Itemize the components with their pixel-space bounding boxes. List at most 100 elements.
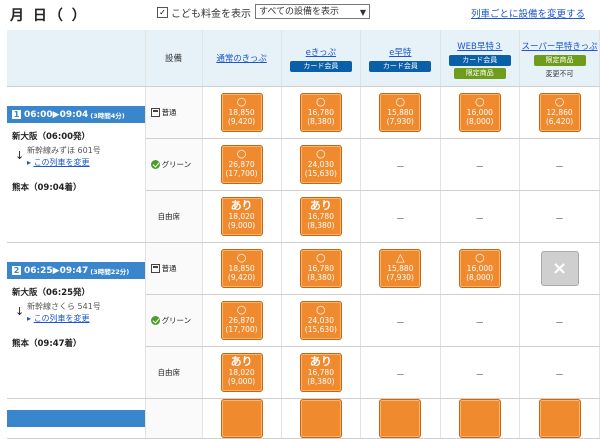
seat-type-label: 自由席 xyxy=(157,212,181,221)
adult-price: 26,870 xyxy=(228,160,255,169)
availability-symbol: ○ xyxy=(236,303,247,316)
unavailable-dash: － xyxy=(555,371,565,381)
child-price: (6,420) xyxy=(545,117,574,126)
seat-icon xyxy=(150,264,160,273)
unavailable-dash: － xyxy=(475,371,485,381)
change-facility-per-train-link[interactable]: 列車ごとに設備を変更する xyxy=(471,6,585,20)
seat-type-cell: 普通 xyxy=(145,242,203,295)
seat-type-label: グリーン xyxy=(161,160,192,169)
fare-row-normal: 2 06:25▶09:47 (3時間22分) 新大阪（06:25発） ↓ 新幹線さくら 5… xyxy=(7,242,600,399)
header-fare-type: e早特 カード会員 xyxy=(360,30,441,87)
train-route: 新大阪（06:25発） ↓ 新幹線さくら 541号 ▸ この列車を変更 熊本（09:47… xyxy=(7,279,145,379)
child-price: (8,380) xyxy=(307,273,335,282)
fare-select-button[interactable]: ○ 15,880 (7,930) xyxy=(379,93,422,132)
child-price: (17,700) xyxy=(225,325,258,334)
fare-select-button[interactable]: ○ 24,030 (15,630) xyxy=(299,145,342,184)
availability-symbol: ○ xyxy=(474,95,485,108)
fare-select-button[interactable]: ○ 18,850 (9,420) xyxy=(220,249,263,288)
change-train-link[interactable]: この列車を変更 xyxy=(34,158,90,167)
child-price: (9,420) xyxy=(227,117,256,126)
header-fare-type: スーパー早特きっぷ 限定商品 変更不可 xyxy=(519,30,600,87)
adult-price: 18,020 xyxy=(228,368,255,377)
unavailable-dash: － xyxy=(555,163,565,173)
facility-select[interactable]: すべての設備を表示 ▼ xyxy=(255,4,370,19)
arrival-station: 熊本（09:04着） xyxy=(12,183,82,193)
fare-select-button[interactable]: ○ 26,870 (17,700) xyxy=(220,301,263,340)
fare-select-button[interactable]: あり 16,780 (8,380) xyxy=(299,353,342,392)
seat-type-cell: グリーン xyxy=(145,294,203,347)
adult-price: 24,030 xyxy=(307,316,334,325)
fare-table: 設備 通常のきっぷ eきっぷ カード会員 e早特 カード会員 WEB早特３ カー… xyxy=(7,30,600,439)
train-name: 新幹線みずほ 601号 xyxy=(27,146,101,155)
fare-cell: － xyxy=(519,346,600,399)
fare-type-link[interactable]: 通常のきっぷ xyxy=(203,52,281,64)
adult-price: 26,870 xyxy=(228,316,255,325)
adult-price: 16,780 xyxy=(307,212,334,221)
header-seat-cell: 設備 xyxy=(145,30,203,87)
fare-select-button[interactable]: △ 15,880 (7,930) xyxy=(379,249,422,288)
fare-select-button[interactable]: ○ 16,780 (8,380) xyxy=(299,249,342,288)
card-member-badge: カード会員 xyxy=(289,61,352,72)
train-time: 06:25▶09:47 xyxy=(24,265,89,276)
child-price: (9,420) xyxy=(227,273,256,282)
fare-type-link[interactable]: e早特 xyxy=(361,46,439,58)
seat-type-cell: 自由席 xyxy=(145,346,203,399)
header-fare-type: WEB早特３ カード会員 限定商品 xyxy=(440,30,521,87)
fare-select-button[interactable]: ○ 26,870 (17,700) xyxy=(220,145,263,184)
adult-price: 16,000 xyxy=(466,264,493,273)
fare-type-link[interactable]: WEB早特３ xyxy=(441,40,519,52)
fare-cell: － xyxy=(360,294,441,347)
child-price: (8,000) xyxy=(466,117,494,126)
fare-select-button[interactable]: あり 16,780 (8,380) xyxy=(299,197,342,236)
adult-price: 18,850 xyxy=(228,264,255,273)
unavailable-dash: － xyxy=(395,163,405,173)
header-fare-type: eきっぷ カード会員 xyxy=(281,30,362,87)
fare-cell: － xyxy=(360,190,441,243)
fare-select-button[interactable]: ○ 16,780 (8,380) xyxy=(299,93,342,132)
fare-select-button[interactable]: ○ 16,000 (8,000) xyxy=(458,249,501,288)
adult-price: 15,880 xyxy=(387,108,414,117)
child-price: (17,700) xyxy=(225,169,258,178)
fare-cell: － xyxy=(440,294,521,347)
availability-symbol: △ xyxy=(396,251,405,264)
availability-symbol: ○ xyxy=(316,303,326,316)
unavailable-dash: － xyxy=(395,371,405,381)
fare-row-normal: 1 06:00▶09:04 (3時間4分) 新大阪（06:00発） ↓ 新幹線みずほ 60… xyxy=(7,86,600,243)
fare-select-button[interactable]: あり 18,020 (9,000) xyxy=(220,353,263,392)
no-change-note: 変更不可 xyxy=(545,69,574,78)
child-price: (9,000) xyxy=(227,377,256,386)
fare-cell: － xyxy=(360,138,441,191)
seat-type-label: 普通 xyxy=(161,108,177,117)
unavailable-dash: － xyxy=(475,215,485,225)
child-price: (15,630) xyxy=(304,325,337,334)
adult-price: 18,850 xyxy=(228,108,255,117)
fare-cell: ○ 18,850 (9,420) xyxy=(202,242,282,295)
fare-cell: ○ 12,860 (6,420) xyxy=(519,86,600,139)
fare-select-button[interactable]: あり 18,020 (9,000) xyxy=(220,197,263,236)
seat-type-label: グリーン xyxy=(161,316,192,325)
kids-fare-checkbox[interactable]: ✓ xyxy=(157,7,168,18)
fare-cell: あり 16,780 (8,380) xyxy=(281,190,362,243)
unavailable-dash: － xyxy=(555,215,565,225)
availability-symbol: ○ xyxy=(554,95,565,108)
fare-type-link[interactable]: eきっぷ xyxy=(282,46,360,58)
change-train-link[interactable]: この列車を変更 xyxy=(34,314,90,323)
change-train-row: ▸ この列車を変更 xyxy=(27,157,90,168)
header-fare-type: 通常のきっぷ xyxy=(202,30,282,87)
fare-select-button[interactable]: ○ 18,850 (9,420) xyxy=(220,93,263,132)
fare-select-button[interactable]: ○ 16,000 (8,000) xyxy=(458,93,501,132)
kids-fare-toggle[interactable]: ✓ こども料金を表示 xyxy=(157,5,251,20)
train-header-bar: 1 06:00▶09:04 (3時間4分) xyxy=(7,106,145,123)
fare-cell: － xyxy=(440,346,521,399)
fare-select-button[interactable]: ○ 12,860 (6,420) xyxy=(538,93,581,132)
child-price: (9,000) xyxy=(227,221,256,230)
fare-cell: － xyxy=(519,190,600,243)
fare-cell: あり 18,020 (9,000) xyxy=(202,346,282,399)
fare-type-link[interactable]: スーパー早特きっぷ xyxy=(520,40,599,52)
fare-select-button[interactable]: ○ 24,030 (15,630) xyxy=(299,301,342,340)
fare-cell: ○ 16,000 (8,000) xyxy=(440,242,521,295)
seat-type-cell: 普通 xyxy=(145,86,203,139)
sold-out-button: × xyxy=(540,251,579,286)
train-header-bar: 2 06:25▶09:47 (3時間22分) xyxy=(7,262,145,279)
page-title: 月 日（ ） xyxy=(10,8,88,24)
